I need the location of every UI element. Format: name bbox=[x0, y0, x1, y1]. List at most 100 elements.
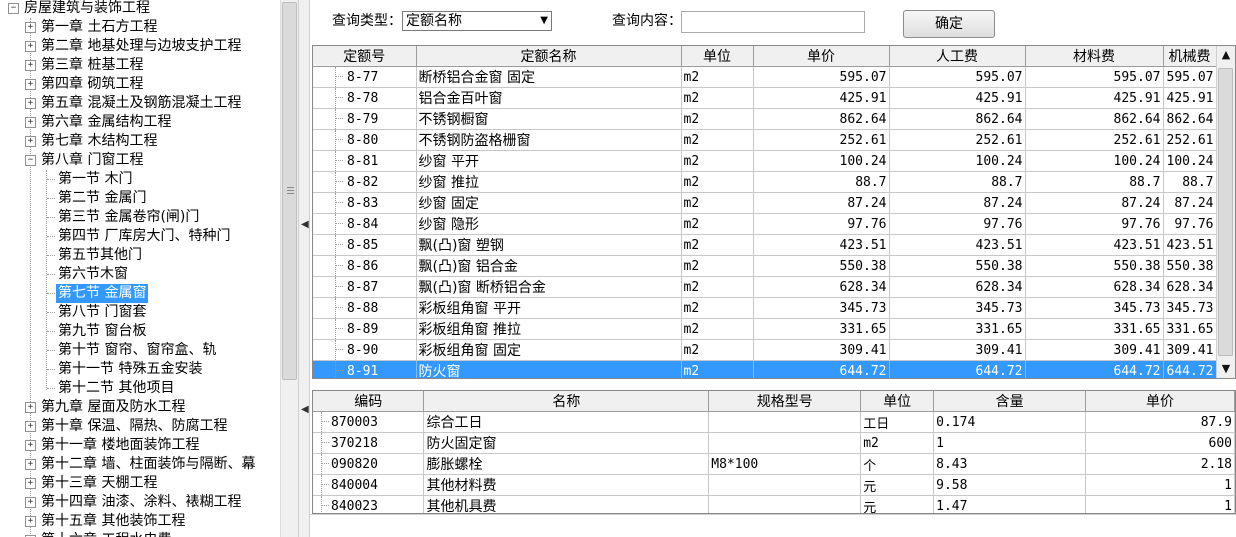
expand-icon[interactable]: + bbox=[25, 440, 36, 451]
row-guide-line bbox=[335, 76, 343, 77]
column-header[interactable]: 单价 bbox=[1085, 391, 1235, 412]
column-header[interactable]: 单位 bbox=[860, 391, 935, 412]
scroll-down-arrow-icon[interactable]: ▼ bbox=[1217, 360, 1235, 378]
tree-section-7[interactable]: 第七节 金属窗 bbox=[0, 284, 280, 303]
expand-icon[interactable]: + bbox=[25, 136, 36, 147]
table-row[interactable]: 8-88 彩板组角窗 平开 m2 345.73 345.73 345.73 345.73 bbox=[313, 297, 1217, 319]
tree-chapter-15[interactable]: + 第十五章 其他装饰工程 bbox=[0, 512, 280, 531]
chevron-down-icon[interactable]: ▼ bbox=[540, 12, 548, 30]
table-row[interactable]: 370218 防火固定窗 m2 1 600 bbox=[313, 432, 1235, 454]
expand-icon[interactable]: + bbox=[25, 497, 36, 508]
table-row[interactable]: 8-77 断桥铝合金窗 固定 m2 595.07 595.07 595.07 595.07 bbox=[313, 66, 1217, 88]
tree-chapter-9[interactable]: + 第九章 屋面及防水工程 bbox=[0, 398, 280, 417]
tree-root[interactable]: − 房屋建筑与装饰工程 bbox=[0, 0, 280, 18]
table-cell: 595.07 bbox=[1025, 66, 1164, 88]
query-content-input[interactable] bbox=[681, 11, 865, 33]
tree-section-10[interactable]: 第十节 窗帘、窗帘盒、轨 bbox=[0, 341, 280, 360]
quota-grid-scrollbar[interactable]: ▲ ▼ bbox=[1216, 46, 1235, 378]
table-row[interactable]: 090820 膨胀螺栓 M8*100 个 8.43 2.18 bbox=[313, 453, 1235, 475]
table-row[interactable]: 8-87 飘(凸)窗 断桥铝合金 m2 628.34 628.34 628.34 628.3… bbox=[313, 276, 1217, 298]
collapse-left-arrow-icon[interactable]: ◀ bbox=[301, 219, 309, 230]
tree-chapter-6[interactable]: + 第六章 金属结构工程 bbox=[0, 113, 280, 132]
tree-section-12[interactable]: 第十二节 其他项目 bbox=[0, 379, 280, 398]
expand-icon[interactable]: + bbox=[25, 79, 36, 90]
tree-node-label: 第十四章 油漆、涂料、裱糊工程 bbox=[41, 494, 242, 510]
column-header[interactable]: 含量 bbox=[933, 391, 1087, 412]
table-cell: 9.58 bbox=[933, 474, 1087, 496]
table-row[interactable]: 8-90 彩板组角窗 固定 m2 309.41 309.41 309.41 309.41 bbox=[313, 339, 1217, 361]
tree-chapter-3[interactable]: + 第三章 桩基工程 bbox=[0, 56, 280, 75]
tree-section-5[interactable]: 第五节其他门 bbox=[0, 246, 280, 265]
column-header[interactable]: 编码 bbox=[313, 391, 425, 412]
table-row[interactable]: 8-79 不锈钢橱窗 m2 862.64 862.64 862.64 862.64 bbox=[313, 108, 1217, 130]
material-grid[interactable]: 编码 名称 规格型号 单位 含量 单价 870003 综合工日 工日 0.174 87.9 3702… bbox=[312, 390, 1236, 514]
quota-grid[interactable]: 定额号 定额名称 单位 单价 人工费 材料费 机械费 8-77 断桥铝合金窗 固定 m2 595.… bbox=[312, 45, 1236, 379]
tree-scroll-thumb[interactable] bbox=[282, 2, 297, 380]
panel-splitter[interactable]: ◀ ◀ bbox=[298, 0, 310, 537]
table-row[interactable]: 8-85 飘(凸)窗 塑钢 m2 423.51 423.51 423.51 423.51 bbox=[313, 234, 1217, 256]
column-header[interactable]: 单位 bbox=[681, 46, 754, 67]
expand-icon[interactable]: + bbox=[25, 117, 36, 128]
category-tree[interactable]: − 房屋建筑与装饰工程 + 第一章 土石方工程 + 第二章 地基处理与边坡支护工程 + 第三章… bbox=[0, 0, 280, 537]
expand-icon[interactable]: + bbox=[25, 22, 36, 33]
tree-chapter-12[interactable]: + 第十二章 墙、柱面装饰与隔断、幕 bbox=[0, 455, 280, 474]
tree-scrollbar[interactable] bbox=[280, 0, 299, 537]
tree-section-1[interactable]: 第一节 木门 bbox=[0, 170, 280, 189]
column-header[interactable]: 机械费 bbox=[1163, 46, 1217, 67]
column-header[interactable]: 定额号 bbox=[313, 46, 417, 67]
tree-section-6[interactable]: 第六节木窗 bbox=[0, 265, 280, 284]
column-header[interactable]: 名称 bbox=[423, 391, 710, 412]
tree-section-11[interactable]: 第十一节 特殊五金安装 bbox=[0, 360, 280, 379]
row-guide-line bbox=[335, 109, 336, 129]
column-header[interactable]: 单价 bbox=[753, 46, 890, 67]
column-header[interactable]: 材料费 bbox=[1025, 46, 1164, 67]
query-type-select[interactable]: 定额名称 ▼ bbox=[402, 11, 552, 31]
tree-chapter-4[interactable]: + 第四章 砌筑工程 bbox=[0, 75, 280, 94]
tree-chapter-5[interactable]: + 第五章 混凝土及钢筋混凝土工程 bbox=[0, 94, 280, 113]
expand-icon[interactable]: + bbox=[25, 516, 36, 527]
table-row[interactable]: 8-86 飘(凸)窗 铝合金 m2 550.38 550.38 550.38 550.38 bbox=[313, 255, 1217, 277]
tree-chapter-1[interactable]: + 第一章 土石方工程 bbox=[0, 18, 280, 37]
table-row[interactable]: 8-81 纱窗 平开 m2 100.24 100.24 100.24 100.24 bbox=[313, 150, 1217, 172]
expand-icon[interactable]: + bbox=[25, 41, 36, 52]
column-header[interactable]: 规格型号 bbox=[708, 391, 862, 412]
table-row[interactable]: 870003 综合工日 工日 0.174 87.9 bbox=[313, 411, 1235, 433]
table-row[interactable]: 8-82 纱窗 推拉 m2 88.7 88.7 88.7 88.7 bbox=[313, 171, 1217, 193]
tree-chapter-8[interactable]: − 第八章 门窗工程 bbox=[0, 151, 280, 170]
table-row[interactable]: 8-89 彩板组角窗 推拉 m2 331.65 331.65 331.65 331.65 bbox=[313, 318, 1217, 340]
table-row[interactable]: 8-83 纱窗 固定 m2 87.24 87.24 87.24 87.24 bbox=[313, 192, 1217, 214]
expand-icon[interactable]: + bbox=[25, 459, 36, 470]
quota-scroll-thumb[interactable] bbox=[1218, 68, 1233, 356]
tree-section-4[interactable]: 第四节 厂库房大门、特种门 bbox=[0, 227, 280, 246]
table-row[interactable]: 8-91 防火窗 m2 644.72 644.72 644.72 644.72 bbox=[313, 360, 1217, 378]
collapse-icon[interactable]: − bbox=[25, 155, 36, 166]
table-row[interactable]: 840004 其他材料费 元 9.58 1 bbox=[313, 474, 1235, 496]
tree-chapter-7[interactable]: + 第七章 木结构工程 bbox=[0, 132, 280, 151]
tree-section-9[interactable]: 第九节 窗台板 bbox=[0, 322, 280, 341]
tree-chapter-16[interactable]: +第十六章 工程水电费 bbox=[0, 531, 280, 537]
expand-icon[interactable]: + bbox=[25, 421, 36, 432]
tree-chapter-14[interactable]: + 第十四章 油漆、涂料、裱糊工程 bbox=[0, 493, 280, 512]
collapse-icon[interactable]: − bbox=[8, 3, 19, 14]
tree-section-8[interactable]: 第八节 门窗套 bbox=[0, 303, 280, 322]
expand-icon[interactable]: + bbox=[25, 60, 36, 71]
scroll-up-arrow-icon[interactable]: ▲ bbox=[1217, 46, 1235, 64]
tree-chapter-13[interactable]: + 第十三章 天棚工程 bbox=[0, 474, 280, 493]
table-row[interactable]: 840023 其他机具费 元 1.47 1 bbox=[313, 495, 1235, 513]
expand-icon[interactable]: + bbox=[25, 98, 36, 109]
expand-icon[interactable]: + bbox=[25, 478, 36, 489]
tree-chapter-10[interactable]: + 第十章 保温、隔热、防腐工程 bbox=[0, 417, 280, 436]
table-row[interactable]: 8-84 纱窗 隐形 m2 97.76 97.76 97.76 97.76 bbox=[313, 213, 1217, 235]
column-header[interactable]: 定额名称 bbox=[416, 46, 682, 67]
tree-section-3[interactable]: 第三节 金属卷帘(闸)门 bbox=[0, 208, 280, 227]
table-row[interactable]: 8-80 不锈钢防盗格栅窗 m2 252.61 252.61 252.61 252.61 bbox=[313, 129, 1217, 151]
table-cell: 370218 bbox=[313, 432, 425, 454]
tree-chapter-11[interactable]: + 第十一章 楼地面装饰工程 bbox=[0, 436, 280, 455]
tree-chapter-2[interactable]: + 第二章 地基处理与边坡支护工程 bbox=[0, 37, 280, 56]
column-header[interactable]: 人工费 bbox=[889, 46, 1026, 67]
expand-icon[interactable]: + bbox=[25, 402, 36, 413]
table-row[interactable]: 8-78 铝合金百叶窗 m2 425.91 425.91 425.91 425.91 bbox=[313, 87, 1217, 109]
confirm-button[interactable]: 确定 bbox=[903, 10, 995, 38]
tree-section-2[interactable]: 第二节 金属门 bbox=[0, 189, 280, 208]
collapse-left-arrow-icon[interactable]: ◀ bbox=[301, 404, 309, 415]
